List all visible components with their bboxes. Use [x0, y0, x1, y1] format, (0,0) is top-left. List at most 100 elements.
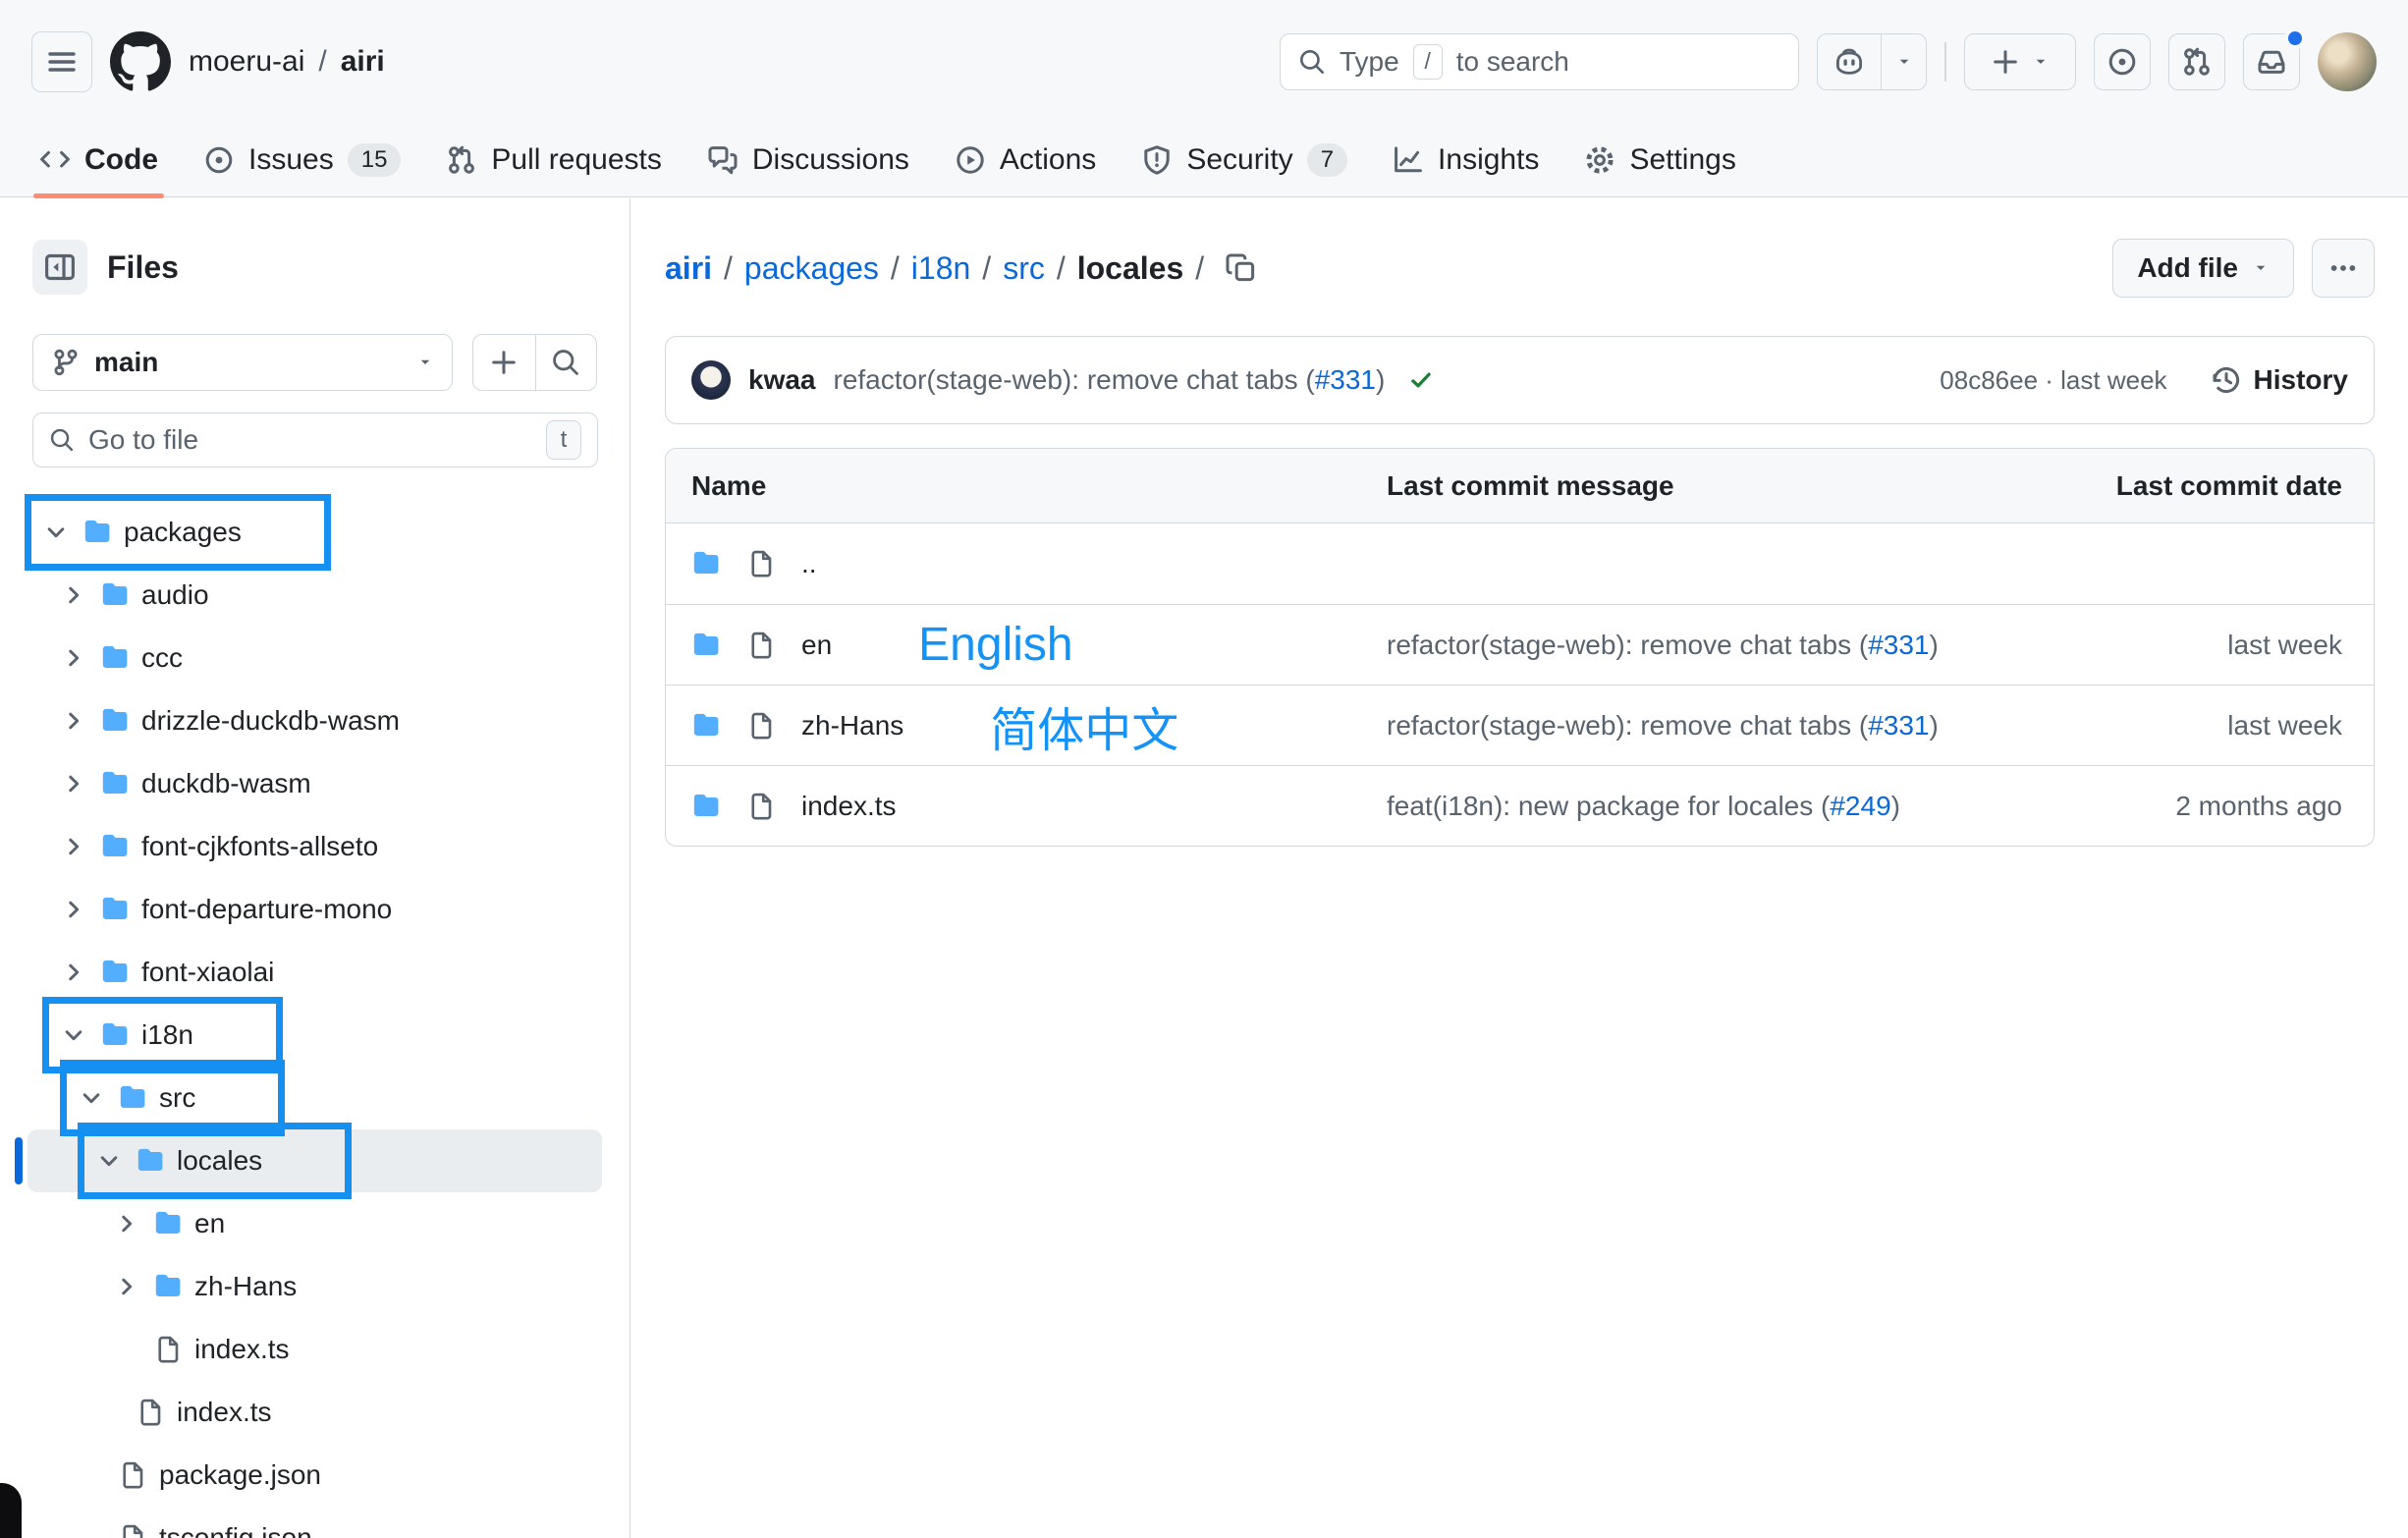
- issues-dashboard-button[interactable]: [2094, 33, 2151, 90]
- github-logo-icon[interactable]: [110, 31, 171, 92]
- more-options-button[interactable]: [2312, 239, 2375, 298]
- goto-file-input[interactable]: Go to file t: [32, 412, 598, 467]
- breadcrumb-link-i18n[interactable]: i18n: [911, 250, 971, 287]
- tree-item-label[interactable]: font-cjkfonts-allseto: [141, 831, 378, 862]
- chevron-down-icon[interactable]: [79, 1085, 104, 1111]
- tree-item[interactable]: index.ts: [27, 1381, 602, 1444]
- global-search-input[interactable]: Type / to search: [1280, 33, 1799, 90]
- entry-name-link[interactable]: en: [801, 630, 832, 661]
- tab-discussions[interactable]: Discussions: [689, 123, 927, 197]
- chevron-down-icon[interactable]: [61, 1022, 86, 1048]
- copilot-button[interactable]: [1818, 34, 1881, 89]
- tree-item[interactable]: package.json: [27, 1444, 602, 1507]
- tree-item[interactable]: zh-Hans: [27, 1255, 602, 1318]
- tree-item[interactable]: duckdb-wasm: [27, 752, 602, 815]
- tab-security[interactable]: Security 7: [1123, 123, 1365, 197]
- notifications-inbox-button[interactable]: [2243, 33, 2300, 90]
- commit-message-text[interactable]: refactor(stage-web): remove chat tabs (: [834, 364, 1315, 395]
- row-commit-message[interactable]: feat(i18n): new package for locales (: [1387, 791, 1830, 821]
- row-pr-link[interactable]: #249: [1830, 791, 1890, 821]
- table-row[interactable]: ..: [666, 523, 2374, 604]
- tree-item[interactable]: font-departure-mono: [27, 878, 602, 941]
- tree-item[interactable]: font-xiaolai: [27, 941, 602, 1004]
- new-file-button[interactable]: [473, 335, 535, 390]
- tree-item-label[interactable]: en: [194, 1208, 225, 1239]
- tree-item-label[interactable]: drizzle-duckdb-wasm: [141, 705, 400, 737]
- tree-item[interactable]: drizzle-duckdb-wasm: [27, 689, 602, 752]
- tab-settings[interactable]: Settings: [1566, 123, 1753, 197]
- tree-item-label[interactable]: packages: [124, 517, 242, 548]
- tree-item[interactable]: locales: [27, 1129, 602, 1192]
- checks-passed-icon[interactable]: [1408, 367, 1434, 393]
- chevron-down-icon[interactable]: [43, 520, 69, 545]
- history-button[interactable]: History: [2211, 364, 2348, 396]
- chevron-right-icon[interactable]: [114, 1274, 139, 1299]
- chevron-right-icon[interactable]: [61, 771, 86, 796]
- commit-author[interactable]: kwaa: [748, 364, 816, 396]
- tree-item-label[interactable]: audio: [141, 579, 209, 611]
- breadcrumb-link-packages[interactable]: packages: [744, 250, 879, 287]
- chevron-right-icon[interactable]: [61, 645, 86, 671]
- copy-path-icon[interactable]: [1226, 252, 1257, 284]
- org-link[interactable]: moeru-ai: [189, 45, 304, 79]
- search-tree-button[interactable]: [535, 335, 597, 390]
- row-pr-link[interactable]: #331: [1868, 630, 1929, 660]
- row-pr-link[interactable]: #331: [1868, 710, 1929, 741]
- chevron-right-icon[interactable]: [61, 582, 86, 608]
- hamburger-menu-button[interactable]: [31, 31, 92, 92]
- chevron-right-icon[interactable]: [61, 834, 86, 859]
- tab-insights[interactable]: Insights: [1375, 123, 1557, 197]
- branch-selector[interactable]: main: [32, 334, 453, 391]
- tab-pull-requests[interactable]: Pull requests: [428, 123, 679, 197]
- tree-item-label[interactable]: zh-Hans: [194, 1271, 297, 1302]
- collapse-sidebar-button[interactable]: [32, 240, 87, 295]
- tree-item[interactable]: en: [27, 1192, 602, 1255]
- tree-item-label[interactable]: duckdb-wasm: [141, 768, 311, 799]
- chevron-right-icon[interactable]: [61, 708, 86, 734]
- chevron-right-icon[interactable]: [114, 1211, 139, 1236]
- tree-item-label[interactable]: index.ts: [194, 1334, 290, 1365]
- entry-name-link[interactable]: ..: [801, 548, 817, 579]
- user-avatar[interactable]: [2318, 32, 2377, 91]
- tree-item-label[interactable]: font-xiaolai: [141, 957, 274, 988]
- tree-item[interactable]: tsconfig.json: [27, 1507, 602, 1538]
- tree-item[interactable]: src: [27, 1067, 602, 1129]
- table-row[interactable]: en English refactor(stage-web): remove c…: [666, 604, 2374, 685]
- tree-item-label[interactable]: font-departure-mono: [141, 894, 392, 925]
- tree-item-label[interactable]: locales: [177, 1145, 262, 1177]
- entry-name-link[interactable]: index.ts: [801, 791, 897, 822]
- chevron-right-icon[interactable]: [61, 897, 86, 922]
- table-row[interactable]: zh-Hans 简体中文 refactor(stage-web): remove…: [666, 685, 2374, 765]
- tree-item-label[interactable]: i18n: [141, 1019, 193, 1051]
- breadcrumb-repo-link[interactable]: airi: [665, 250, 712, 287]
- commit-sha-date[interactable]: 08c86ee · last week: [1940, 365, 2166, 396]
- tree-item-label[interactable]: ccc: [141, 642, 183, 674]
- tree-item-label[interactable]: src: [159, 1082, 195, 1114]
- tree-item-label[interactable]: tsconfig.json: [159, 1522, 312, 1538]
- create-new-button[interactable]: [1964, 33, 2076, 90]
- table-row[interactable]: index.ts feat(i18n): new package for loc…: [666, 765, 2374, 846]
- tree-item[interactable]: audio: [27, 564, 602, 627]
- commit-author-avatar[interactable]: [691, 360, 731, 400]
- pull-requests-dashboard-button[interactable]: [2168, 33, 2225, 90]
- chevron-right-icon[interactable]: [61, 960, 86, 985]
- tree-item[interactable]: font-cjkfonts-allseto: [27, 815, 602, 878]
- tree-item[interactable]: index.ts: [27, 1318, 602, 1381]
- breadcrumb-link-src[interactable]: src: [1003, 250, 1045, 287]
- chevron-down-icon[interactable]: [96, 1148, 122, 1174]
- tree-item[interactable]: i18n: [27, 1004, 602, 1067]
- repo-link[interactable]: airi: [341, 45, 385, 79]
- commit-pr-link[interactable]: #331: [1315, 364, 1376, 395]
- tree-item-label[interactable]: index.ts: [177, 1397, 272, 1428]
- tree-item[interactable]: ccc: [27, 627, 602, 689]
- tab-issues[interactable]: Issues 15: [186, 123, 418, 197]
- entry-name-link[interactable]: zh-Hans: [801, 710, 903, 742]
- row-commit-message[interactable]: refactor(stage-web): remove chat tabs (: [1387, 630, 1868, 660]
- copilot-dropdown-button[interactable]: [1881, 34, 1926, 89]
- row-commit-message[interactable]: refactor(stage-web): remove chat tabs (: [1387, 710, 1868, 741]
- tab-actions[interactable]: Actions: [937, 123, 1114, 197]
- tab-code[interactable]: Code: [22, 123, 176, 197]
- tree-item[interactable]: packages: [27, 501, 602, 564]
- tree-item-label[interactable]: package.json: [159, 1459, 321, 1491]
- add-file-button[interactable]: Add file: [2112, 239, 2294, 298]
